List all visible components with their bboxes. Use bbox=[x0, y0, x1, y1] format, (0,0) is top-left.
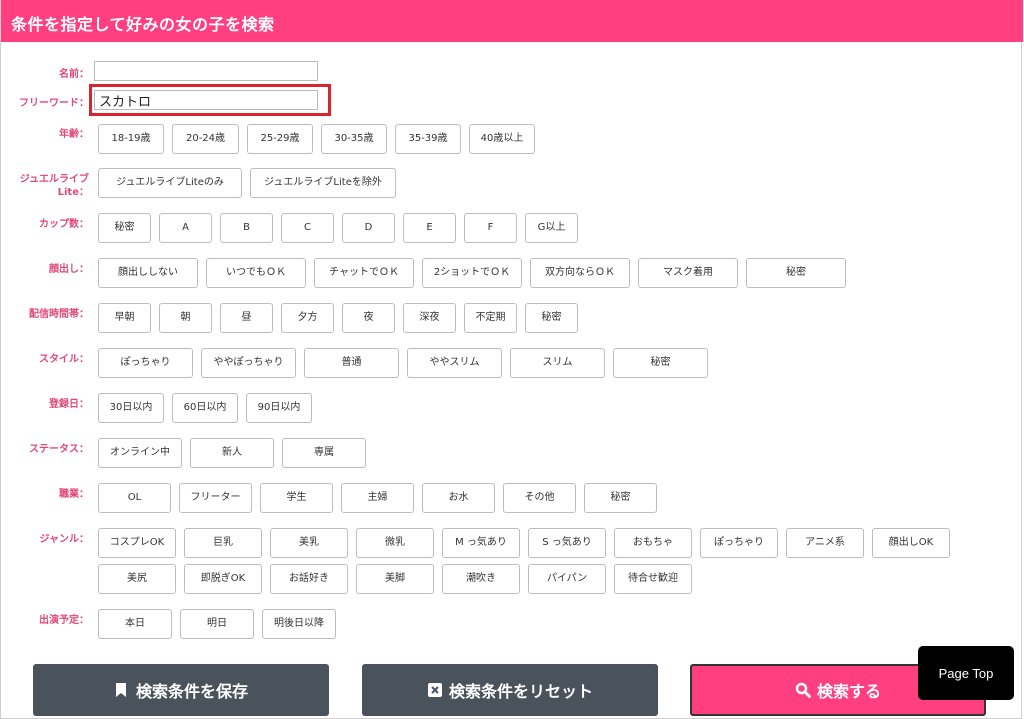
age-option-button[interactable]: 35-39歳 bbox=[395, 124, 461, 154]
save-conditions-label: 検索条件を保存 bbox=[135, 682, 248, 701]
save-conditions-button[interactable]: 検索条件を保存 bbox=[33, 664, 329, 716]
cup-option-button[interactable]: A bbox=[159, 213, 212, 243]
jewel-label: ジュエルライブLite： bbox=[19, 174, 89, 198]
reset-conditions-button[interactable]: 検索条件をリセット bbox=[362, 664, 658, 716]
panel-title: 条件を指定して好みの女の子を検索 bbox=[11, 15, 275, 34]
genre-option-button[interactable]: 顔出しOK bbox=[872, 528, 950, 558]
page-top-button[interactable]: Page Top bbox=[918, 646, 1014, 700]
reg-label: 登録日： bbox=[49, 399, 89, 410]
plan-label: 出演予定： bbox=[39, 615, 89, 626]
bookmark-icon bbox=[114, 682, 128, 698]
style-option-button[interactable]: 普通 bbox=[304, 348, 399, 378]
plan-option-button[interactable]: 本日 bbox=[98, 609, 172, 639]
age-option-button[interactable]: 18-19歳 bbox=[98, 124, 164, 154]
time-option-button[interactable]: 早朝 bbox=[98, 303, 151, 333]
face-option-button[interactable]: 顔出ししない bbox=[98, 258, 198, 288]
genre-option-button[interactable]: おもちゃ bbox=[614, 528, 692, 558]
job-option-button[interactable]: 秘密 bbox=[584, 483, 657, 513]
job-option-button[interactable]: 学生 bbox=[260, 483, 333, 513]
genre-option-button[interactable]: S っ気あり bbox=[528, 528, 606, 558]
time-option-button[interactable]: 夕方 bbox=[281, 303, 334, 333]
time-option-button[interactable]: 深夜 bbox=[403, 303, 456, 333]
reg-option-button[interactable]: 60日以内 bbox=[172, 393, 238, 423]
genre-option-button[interactable]: アニメ系 bbox=[786, 528, 864, 558]
status-option-button[interactable]: 専属 bbox=[282, 438, 366, 468]
search-panel: 条件を指定して好みの女の子を検索 名前： フリーワード： 年齢： 18-19歳 2… bbox=[0, 0, 1023, 719]
genre-option-button[interactable]: M っ気あり bbox=[442, 528, 520, 558]
cup-option-button[interactable]: B bbox=[220, 213, 273, 243]
age-option-button[interactable]: 30-35歳 bbox=[321, 124, 387, 154]
genre-option-button[interactable]: 美尻 bbox=[98, 564, 176, 594]
genre-option-button[interactable]: パイパン bbox=[528, 564, 606, 594]
age-option-button[interactable]: 40歳以上 bbox=[469, 124, 535, 154]
style-label: スタイル： bbox=[39, 354, 89, 365]
genre-option-button[interactable]: 微乳 bbox=[356, 528, 434, 558]
style-option-button[interactable]: スリム bbox=[510, 348, 605, 378]
jewel-option-button[interactable]: ジュエルライブLiteを除外 bbox=[250, 168, 396, 198]
face-option-button[interactable]: 2ショットでＯＫ bbox=[422, 258, 522, 288]
face-option-button[interactable]: 双方向ならＯＫ bbox=[530, 258, 630, 288]
time-option-button[interactable]: 秘密 bbox=[525, 303, 578, 333]
genre-option-button[interactable]: 巨乳 bbox=[184, 528, 262, 558]
face-label: 顔出し： bbox=[49, 264, 89, 275]
genre-option-button[interactable]: 待合せ歓迎 bbox=[614, 564, 692, 594]
name-label: 名前： bbox=[59, 69, 89, 80]
cup-option-button[interactable]: G以上 bbox=[525, 213, 578, 243]
cup-option-button[interactable]: 秘密 bbox=[98, 213, 151, 243]
plan-option-button[interactable]: 明日 bbox=[180, 609, 254, 639]
genre-label: ジャンル： bbox=[39, 534, 90, 545]
time-option-button[interactable]: 昼 bbox=[220, 303, 273, 333]
cup-option-button[interactable]: E bbox=[403, 213, 456, 243]
face-option-button[interactable]: マスク着用 bbox=[638, 258, 738, 288]
genre-option-button[interactable]: 即脱ぎOK bbox=[184, 564, 262, 594]
genre-option-button[interactable]: 潮吹き bbox=[442, 564, 520, 594]
style-option-button[interactable]: ややぽっちゃり bbox=[201, 348, 296, 378]
time-label: 配信時間帯： bbox=[29, 309, 89, 320]
style-option-button[interactable]: ややスリム bbox=[407, 348, 502, 378]
style-option-button[interactable]: 秘密 bbox=[613, 348, 708, 378]
job-option-button[interactable]: フリーター bbox=[179, 483, 252, 513]
cup-label: カップ数： bbox=[39, 219, 89, 230]
close-box-icon bbox=[427, 682, 442, 698]
face-option-button[interactable]: 秘密 bbox=[746, 258, 846, 288]
reg-option-button[interactable]: 90日以内 bbox=[246, 393, 312, 423]
jewel-option-button[interactable]: ジュエルライブLiteのみ bbox=[98, 168, 242, 198]
job-option-button[interactable]: お水 bbox=[422, 483, 495, 513]
cup-option-button[interactable]: D bbox=[342, 213, 395, 243]
status-option-button[interactable]: 新人 bbox=[190, 438, 274, 468]
cup-option-button[interactable]: F bbox=[464, 213, 517, 243]
time-option-button[interactable]: 不定期 bbox=[464, 303, 517, 333]
genre-option-button[interactable]: コスプレOK bbox=[98, 528, 176, 558]
time-option-button[interactable]: 夜 bbox=[342, 303, 395, 333]
plan-option-button[interactable]: 明後日以降 bbox=[262, 609, 336, 639]
job-option-button[interactable]: OL bbox=[98, 483, 171, 513]
style-option-button[interactable]: ぽっちゃり bbox=[98, 348, 193, 378]
genre-option-button[interactable]: ぽっちゃり bbox=[700, 528, 778, 558]
genre-option-button[interactable]: 美乳 bbox=[270, 528, 348, 558]
reset-conditions-label: 検索条件をリセット bbox=[448, 682, 593, 701]
freeword-highlight-box bbox=[89, 84, 331, 116]
reg-option-button[interactable]: 30日以内 bbox=[98, 393, 164, 423]
age-label: 年齢： bbox=[59, 129, 89, 140]
search-label: 検索する bbox=[816, 682, 881, 701]
job-option-button[interactable]: その他 bbox=[503, 483, 576, 513]
search-icon bbox=[795, 682, 811, 698]
name-input[interactable] bbox=[94, 61, 318, 81]
status-label: ステータス： bbox=[29, 444, 89, 455]
panel-header: 条件を指定して好みの女の子を検索 bbox=[1, 0, 1023, 42]
face-option-button[interactable]: チャットでＯＫ bbox=[314, 258, 414, 288]
time-option-button[interactable]: 朝 bbox=[159, 303, 212, 333]
freeword-label: フリーワード： bbox=[19, 98, 89, 109]
genre-option-button[interactable]: 美脚 bbox=[356, 564, 434, 594]
genre-option-button[interactable]: お話好き bbox=[270, 564, 348, 594]
job-option-button[interactable]: 主婦 bbox=[341, 483, 414, 513]
age-option-button[interactable]: 20-24歳 bbox=[172, 124, 239, 154]
job-label: 職業： bbox=[59, 489, 89, 500]
status-option-button[interactable]: オンライン中 bbox=[98, 438, 182, 468]
cup-option-button[interactable]: C bbox=[281, 213, 334, 243]
face-option-button[interactable]: いつでもＯＫ bbox=[206, 258, 306, 288]
age-option-button[interactable]: 25-29歳 bbox=[247, 124, 313, 154]
